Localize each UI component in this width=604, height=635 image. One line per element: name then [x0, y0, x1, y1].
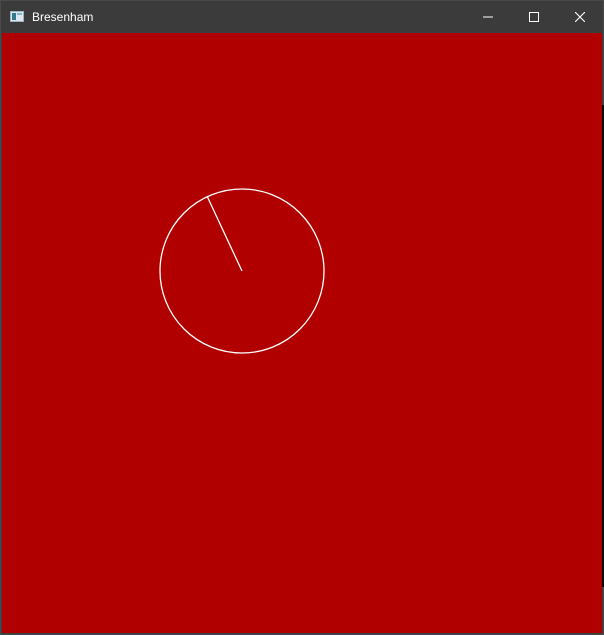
maximize-icon [529, 11, 539, 22]
close-button[interactable] [557, 1, 603, 32]
title-bar[interactable]: Bresenham [1, 1, 603, 32]
app-icon [10, 11, 24, 22]
close-icon [575, 11, 585, 22]
drawing-canvas[interactable] [2, 33, 602, 633]
minimize-icon [483, 12, 493, 22]
maximize-button[interactable] [511, 1, 557, 32]
app-window: Bresenham [0, 0, 604, 635]
window-title: Bresenham [32, 10, 94, 24]
canvas-svg [159, 188, 325, 354]
radius-line [206, 195, 243, 272]
minimize-button[interactable] [465, 1, 511, 32]
